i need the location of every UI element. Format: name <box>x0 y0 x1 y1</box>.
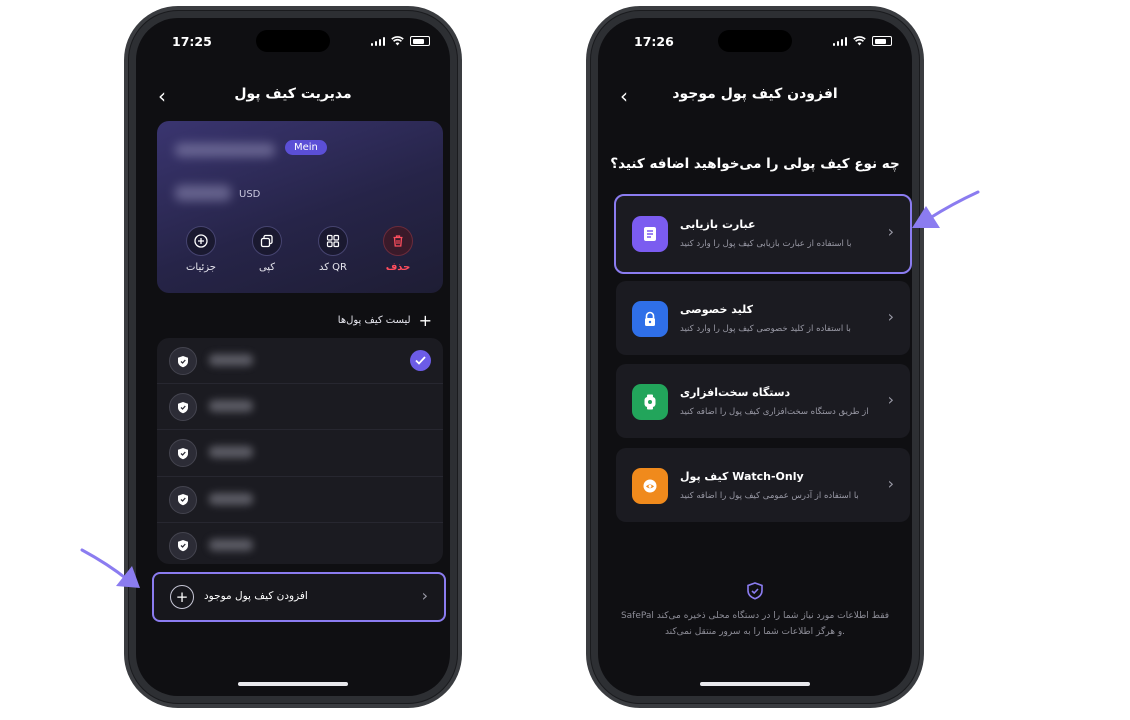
selected-check-icon <box>410 350 431 371</box>
add-wallet-plus-icon[interactable]: + <box>419 311 432 330</box>
copy-label: کپی <box>258 262 276 273</box>
wallet-list-item[interactable] <box>157 477 443 523</box>
pointer-arrow-icon <box>912 190 980 228</box>
wallet-shield-icon <box>169 347 197 375</box>
wallet-list-item[interactable] <box>157 523 443 564</box>
option-description: با استفاده از کلید خصوصی کیف پول را وارد… <box>680 324 851 334</box>
eye-icon <box>632 468 668 504</box>
page-title: مدیریت کیف پول <box>234 86 352 102</box>
dynamic-island <box>718 30 792 52</box>
battery-icon <box>872 36 892 46</box>
option-watch-only[interactable]: کیف پول Watch-Only با استفاده از آدرس عم… <box>616 448 910 522</box>
option-description: با استفاده از عبارت بازیابی کیف پول را و… <box>680 239 852 249</box>
battery-icon <box>410 36 430 46</box>
wallet-list-header: لیست کیف پول‌ها + <box>338 311 432 330</box>
chevron-right-icon: › <box>887 222 894 241</box>
hardware-watch-icon <box>632 384 668 420</box>
option-title: عبارت بازیابی <box>680 218 756 231</box>
option-private-key[interactable]: کلید خصوصی با استفاده از کلید خصوصی کیف … <box>616 281 910 355</box>
info-plus-icon <box>186 226 216 256</box>
phone-left: 17:25 ‹ مدیریت کیف پول Mein USD جزئیات ک… <box>128 10 458 704</box>
wallet-shield-icon <box>169 531 197 560</box>
option-title: کیف پول Watch-Only <box>680 470 804 483</box>
wallet-name-blurred <box>209 538 253 551</box>
signal-icon <box>832 36 847 46</box>
option-recovery-phrase[interactable]: عبارت بازیابی با استفاده از عبارت بازیاب… <box>614 194 912 274</box>
lock-icon <box>632 301 668 337</box>
trash-icon <box>383 226 413 256</box>
wallet-name-blurred <box>209 354 253 366</box>
option-description: از طریق دستگاه سخت‌افزاری کیف پول را اضا… <box>680 407 869 417</box>
dynamic-island <box>256 30 330 52</box>
status-time: 17:25 <box>172 34 212 49</box>
main-badge: Mein <box>285 140 327 155</box>
wifi-icon <box>391 36 404 46</box>
wallet-name-blurred <box>209 446 253 459</box>
document-icon <box>632 216 668 252</box>
status-icons <box>832 36 892 46</box>
option-title: دستگاه سخت‌افزاری <box>680 386 791 399</box>
phone-right: 17:26 ‹ افزودن کیف پول موجود چه نوع کیف … <box>590 10 920 704</box>
wallet-name-blurred <box>175 143 275 157</box>
wallet-list-item[interactable] <box>157 384 443 431</box>
shield-check-icon <box>747 582 763 600</box>
home-indicator[interactable] <box>700 682 810 686</box>
home-indicator[interactable] <box>238 682 348 686</box>
plus-circle-icon: + <box>170 585 194 609</box>
qr-code-button[interactable]: کد QR <box>303 226 363 273</box>
copy-icon <box>252 226 282 256</box>
qr-grid-icon <box>318 226 348 256</box>
add-existing-wallet-button[interactable]: + افزودن کیف پول موجود › <box>152 572 446 622</box>
delete-label: حذف <box>385 262 411 273</box>
currency-label: USD <box>239 189 261 200</box>
signal-icon <box>370 36 385 46</box>
wallet-list-title: لیست کیف پول‌ها <box>337 315 411 326</box>
chevron-right-icon: › <box>887 307 894 326</box>
wallet-name-blurred <box>209 400 253 413</box>
details-button[interactable]: جزئیات <box>171 226 231 273</box>
wallet-list-item[interactable] <box>157 430 443 477</box>
option-title: کلید خصوصی <box>680 303 753 316</box>
wallet-list <box>157 338 443 564</box>
wallet-type-question: چه نوع کیف پولی را می‌خواهید اضافه کنید؟ <box>610 156 900 172</box>
qr-code-label: کد QR <box>318 262 347 273</box>
chevron-right-icon: › <box>887 474 894 493</box>
chevron-right-icon: › <box>421 586 428 605</box>
option-hardware-device[interactable]: دستگاه سخت‌افزاری از طریق دستگاه سخت‌افز… <box>616 364 910 438</box>
status-time: 17:26 <box>634 34 674 49</box>
screen-wallet-management: 17:25 ‹ مدیریت کیف پول Mein USD جزئیات ک… <box>136 18 450 696</box>
option-description: با استفاده از آدرس عمومی کیف پول را اضاف… <box>680 491 859 501</box>
status-icons <box>370 36 430 46</box>
wallet-shield-icon <box>169 439 197 468</box>
copy-button[interactable]: کپی <box>237 226 297 273</box>
wallet-list-item[interactable] <box>157 338 443 385</box>
chevron-right-icon: › <box>887 390 894 409</box>
delete-button[interactable]: حذف <box>368 226 428 273</box>
privacy-footer-text: SafePal فقط اطلاعات مورد نیاز شما را در … <box>620 611 890 637</box>
wallet-card: Mein USD جزئیات کپی کد QR حذف <box>157 121 443 293</box>
wallet-name-blurred <box>209 492 253 505</box>
balance-blurred <box>175 185 231 201</box>
wifi-icon <box>853 36 866 46</box>
add-existing-wallet-label: افزودن کیف پول موجود <box>204 590 308 602</box>
wallet-shield-icon <box>169 485 197 514</box>
page-title: افزودن کیف پول موجود <box>672 86 838 102</box>
pointer-arrow-icon <box>80 548 140 588</box>
details-label: جزئیات <box>186 262 216 273</box>
wallet-shield-icon <box>169 393 197 422</box>
screen-add-existing-wallet: 17:26 ‹ افزودن کیف پول موجود چه نوع کیف … <box>598 18 912 696</box>
